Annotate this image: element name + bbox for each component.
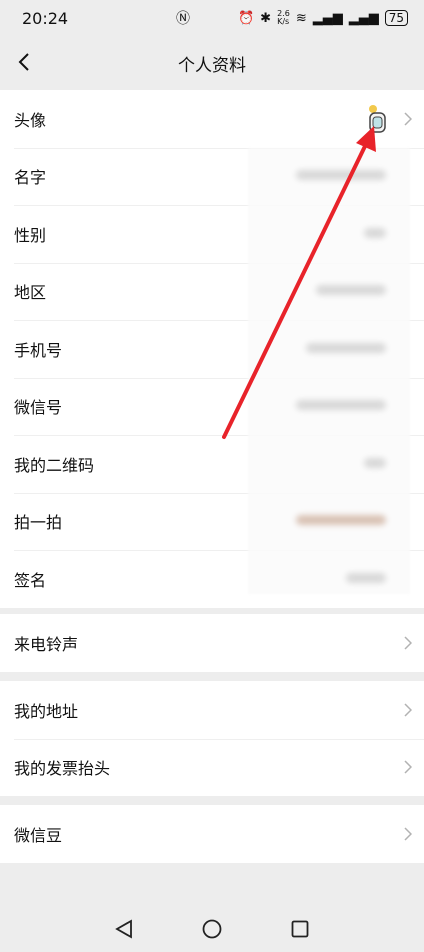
row-wechat-beans[interactable]: 微信豆 <box>0 805 424 863</box>
avatar <box>369 104 386 133</box>
row-label: 手机号 <box>14 340 63 360</box>
signal-icon-2: ▂▄▆ <box>348 10 379 26</box>
back-triangle-icon[interactable] <box>113 918 135 940</box>
status-time: 20:24 <box>22 8 69 28</box>
redacted-bar <box>346 573 386 583</box>
chevron-right-icon <box>404 112 412 126</box>
status-bar: 20:24 Ⓝ ⏰ ✱ 2.6 K/s ≋ ▂▄▆ ▂▄▆ 75 <box>0 0 424 36</box>
net-speed: 2.6 K/s <box>277 9 290 26</box>
alarm-icon: ⏰ <box>237 10 255 26</box>
bluetooth-icon: ✱ <box>260 10 272 26</box>
row-label: 地区 <box>14 283 47 303</box>
row-label: 签名 <box>14 570 47 590</box>
chevron-left-icon <box>18 53 29 71</box>
row-label: 来电铃声 <box>14 634 79 654</box>
row-avatar[interactable]: 头像 <box>0 90 424 148</box>
battery-icon: 75 <box>384 10 408 26</box>
row-label: 名字 <box>14 168 47 188</box>
signal-icon: ▂▄▆ <box>312 10 343 26</box>
wifi-icon: ≋ <box>295 10 307 26</box>
row-label: 我的发票抬头 <box>14 759 111 779</box>
row-label: 微信豆 <box>14 825 63 845</box>
row-ringtone[interactable]: 来电铃声 <box>0 614 424 672</box>
redacted-values <box>248 148 410 594</box>
redacted-bar <box>316 285 386 295</box>
page-title: 个人资料 <box>178 55 246 76</box>
chevron-right-icon <box>404 760 412 774</box>
ringtone-group: 来电铃声 <box>0 614 424 672</box>
row-label: 性别 <box>14 225 47 245</box>
redacted-bar <box>296 170 386 180</box>
address-group: 我的地址 我的发票抬头 <box>0 681 424 796</box>
beans-group: 微信豆 <box>0 805 424 863</box>
row-label: 拍一拍 <box>14 513 63 533</box>
redacted-bar <box>296 515 386 525</box>
chevron-right-icon <box>404 636 412 650</box>
row-label: 我的二维码 <box>14 455 95 475</box>
redacted-bar <box>306 343 386 353</box>
back-button[interactable] <box>6 44 42 80</box>
redacted-bar <box>364 458 386 468</box>
system-nav-bar <box>0 905 424 952</box>
row-label: 我的地址 <box>14 701 79 721</box>
chevron-right-icon <box>404 827 412 841</box>
nfc-icon: Ⓝ <box>176 11 191 27</box>
row-label: 头像 <box>14 110 47 130</box>
redacted-bar <box>296 400 386 410</box>
chevron-right-icon <box>404 703 412 717</box>
row-invoice-title[interactable]: 我的发票抬头 <box>0 738 424 797</box>
status-icons: ⏰ ✱ 2.6 K/s ≋ ▂▄▆ ▂▄▆ 75 <box>238 10 408 26</box>
row-my-address[interactable]: 我的地址 <box>0 681 424 739</box>
redacted-bar <box>364 228 386 238</box>
home-circle-icon[interactable] <box>201 918 223 940</box>
nav-bar: 个人资料 <box>0 36 424 90</box>
recents-square-icon[interactable] <box>289 918 311 940</box>
row-label: 微信号 <box>14 398 63 418</box>
